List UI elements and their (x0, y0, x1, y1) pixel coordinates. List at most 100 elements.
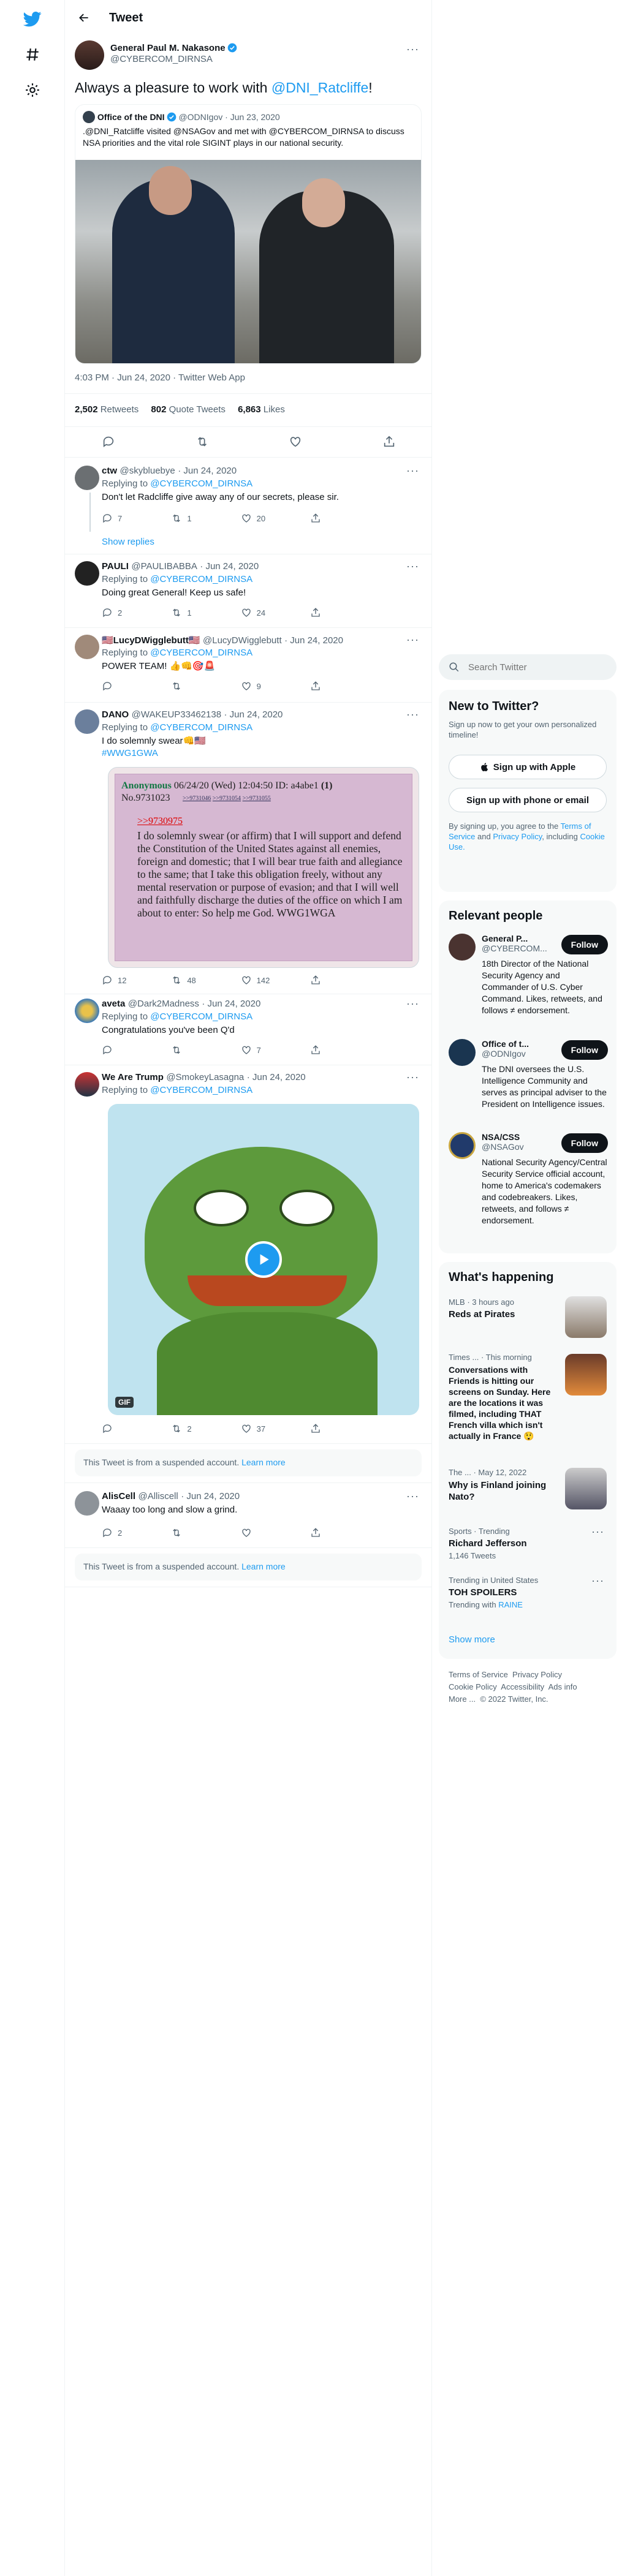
share-button[interactable] (310, 1422, 371, 1435)
retweet-label[interactable]: Retweets (101, 404, 139, 415)
reply-name[interactable]: DANO (102, 709, 129, 720)
reply-handle[interactable]: @LucyDWigglebutt (203, 635, 282, 646)
trend-item[interactable]: Trending in United States TOH SPOILERS T… (449, 1576, 607, 1609)
mention-link[interactable]: @CYBERCOM_DIRNSA (150, 478, 252, 489)
retweet-button[interactable]: 1 (171, 512, 232, 524)
like-button[interactable]: 7 (241, 1044, 302, 1056)
reply-name[interactable]: We Are Trump (102, 1072, 164, 1082)
quote-count[interactable]: 802 (151, 404, 166, 415)
trend-with-link[interactable]: RAINE (498, 1600, 523, 1609)
mention-link[interactable]: @CYBERCOM_DIRNSA (150, 574, 252, 584)
avatar[interactable] (449, 1132, 476, 1159)
follow-button[interactable]: Follow (561, 1133, 608, 1153)
reply-button[interactable] (102, 680, 163, 692)
retweet-icon[interactable] (195, 435, 209, 448)
quote-label[interactable]: Quote Tweets (169, 404, 226, 415)
person-name[interactable]: General P... (482, 934, 547, 943)
retweet-button[interactable] (171, 1527, 232, 1539)
avatar[interactable] (75, 466, 99, 490)
reply-date[interactable]: · Jun 24, 2020 (181, 1491, 240, 1501)
footer-link[interactable]: More ... (449, 1694, 476, 1704)
avatar[interactable] (75, 709, 99, 734)
footer-link[interactable]: Accessibility (501, 1682, 544, 1691)
reply-handle[interactable]: @Dark2Madness (128, 999, 199, 1009)
quoted-tweet[interactable]: Office of the DNI @ODNIgov · Jun 23, 202… (75, 104, 422, 364)
more-icon[interactable]: ··· (406, 997, 419, 1010)
back-arrow-icon[interactable] (74, 7, 94, 28)
gear-icon[interactable] (22, 80, 43, 100)
retweet-button[interactable]: 48 (171, 974, 232, 986)
person-handle[interactable]: @CYBERCOM... (482, 943, 547, 953)
like-button[interactable] (241, 1527, 302, 1539)
author-handle[interactable]: @CYBERCOM_DIRNSA (110, 54, 237, 64)
more-icon[interactable]: ··· (591, 1574, 604, 1587)
retweet-button[interactable] (171, 1044, 232, 1056)
more-icon[interactable]: ··· (406, 43, 419, 56)
person-name[interactable]: NSA/CSS (482, 1132, 524, 1142)
more-icon[interactable]: ··· (406, 708, 419, 721)
mention-link[interactable]: @CYBERCOM_DIRNSA (150, 722, 252, 733)
reply-date[interactable]: · Jun 24, 2020 (247, 1072, 306, 1082)
avatar[interactable] (449, 934, 476, 961)
share-button[interactable] (310, 1044, 371, 1056)
person-handle[interactable]: @NSAGov (482, 1142, 524, 1152)
more-icon[interactable]: ··· (406, 1071, 419, 1084)
footer-link[interactable]: Cookie Policy (449, 1682, 497, 1691)
share-button[interactable] (310, 974, 371, 986)
reply-icon[interactable] (102, 435, 115, 448)
retweet-button[interactable]: 2 (171, 1422, 232, 1435)
phone-signup-button[interactable]: Sign up with phone or email (449, 788, 607, 812)
reply-button[interactable]: 7 (102, 512, 163, 524)
apple-signup-button[interactable]: Sign up with Apple (449, 755, 607, 779)
retweet-button[interactable]: 1 (171, 606, 232, 619)
tweet-meta[interactable]: 4:03 PM · Jun 24, 2020 · Twitter Web App (75, 372, 245, 383)
footer-link[interactable]: Privacy Policy (512, 1670, 562, 1679)
show-replies-link[interactable]: Show replies (102, 537, 422, 547)
like-button[interactable]: 24 (241, 606, 302, 619)
q-post-image[interactable]: Anonymous 06/24/20 (Wed) 12:04:50 ID: a4… (108, 767, 419, 968)
person-name[interactable]: Office of t... (482, 1039, 529, 1049)
like-button[interactable]: 142 (241, 974, 302, 986)
trend-item[interactable]: Times ... · This morning Conversations w… (449, 1353, 555, 1441)
like-icon[interactable] (289, 435, 302, 448)
privacy-link[interactable]: Privacy Policy (493, 832, 542, 841)
avatar[interactable] (75, 40, 104, 70)
avatar[interactable] (75, 1072, 99, 1097)
reply-name[interactable]: 🇺🇸LucyDWigglebutt🇺🇸 (102, 635, 200, 646)
gif-media[interactable]: GIF (108, 1104, 419, 1415)
reply-date[interactable]: · Jun 24, 2020 (284, 635, 343, 646)
reply-name[interactable]: AlisCell (102, 1491, 135, 1501)
more-icon[interactable]: ··· (591, 1525, 604, 1538)
follow-button[interactable]: Follow (561, 1040, 608, 1060)
avatar[interactable] (449, 1039, 476, 1066)
mention-link[interactable]: @DNI_Ratcliffe (271, 80, 368, 96)
author-name[interactable]: General Paul M. Nakasone (110, 43, 226, 53)
avatar[interactable] (75, 561, 99, 586)
reply-name[interactable]: aveta (102, 999, 125, 1009)
reply-handle[interactable]: @Alliscell (138, 1491, 178, 1501)
avatar[interactable] (75, 1491, 99, 1516)
twitter-logo[interactable] (22, 9, 43, 29)
learn-more-link[interactable]: Learn more (241, 1457, 286, 1467)
reply-button[interactable] (102, 1044, 163, 1056)
more-icon[interactable]: ··· (406, 633, 419, 646)
follow-button[interactable]: Follow (561, 935, 608, 954)
mention-link[interactable]: @CYBERCOM_DIRNSA (150, 1011, 252, 1022)
reply-button[interactable]: 12 (102, 974, 163, 986)
more-icon[interactable]: ··· (406, 464, 419, 477)
reply-date[interactable]: · Jun 24, 2020 (202, 999, 260, 1009)
reply-name[interactable]: PAULI (102, 561, 129, 572)
like-count[interactable]: 6,863 (238, 404, 261, 415)
share-button[interactable] (310, 1527, 371, 1539)
retweet-button[interactable] (171, 680, 232, 692)
show-more-link[interactable]: Show more (449, 1634, 495, 1645)
hashtag-link[interactable]: #WWG1GWA (102, 748, 422, 758)
trend-item[interactable]: Sports · Trending Richard Jefferson 1,14… (449, 1527, 607, 1560)
avatar[interactable] (75, 999, 99, 1023)
reply-button[interactable]: 2 (102, 606, 163, 619)
reply-handle[interactable]: @PAULIBABBA (131, 561, 197, 572)
hashtag-icon[interactable] (22, 44, 43, 65)
reply-handle[interactable]: @WAKEUP33462138 (132, 709, 221, 720)
reply-date[interactable]: · Jun 24, 2020 (178, 466, 237, 476)
reply-button[interactable] (102, 1422, 163, 1435)
